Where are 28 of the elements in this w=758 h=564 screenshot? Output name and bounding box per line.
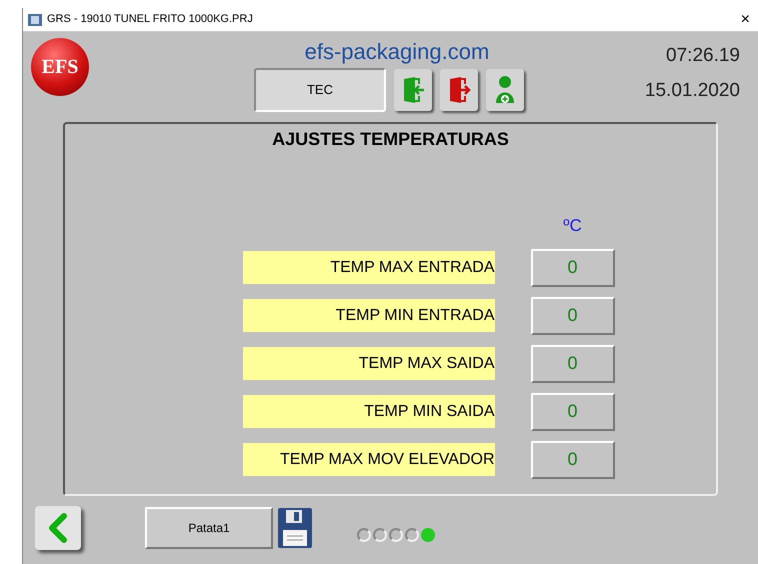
- value-field[interactable]: 0: [530, 344, 614, 382]
- setting-label: TEMP MAX SAIDA: [242, 347, 494, 380]
- setting-label: TEMP MAX ENTRADA: [242, 251, 494, 284]
- add-user-icon: [494, 75, 516, 105]
- setting-label: TEMP MIN SAIDA: [242, 395, 494, 428]
- user-field: TEC: [254, 68, 386, 112]
- value-field[interactable]: 0: [530, 392, 614, 430]
- setting-label: TEMP MIN ENTRADA: [242, 299, 494, 332]
- login-button[interactable]: [394, 69, 432, 111]
- logo: EFS: [31, 38, 89, 96]
- panel-title: AJUSTES TEMPERATURAS: [272, 128, 509, 151]
- date-text: 15.01.2020: [644, 78, 740, 102]
- website-title: efs-packaging.com: [304, 38, 490, 66]
- value-field[interactable]: 0: [530, 296, 614, 334]
- add-user-button[interactable]: [486, 69, 524, 111]
- window-title: GRS - 19010 TUNEL FRITO 1000KG.PRJ: [47, 12, 254, 28]
- value-field[interactable]: 0: [530, 248, 614, 286]
- save-button[interactable]: [277, 507, 313, 549]
- unit-label: ºC: [562, 215, 583, 237]
- chevron-left-icon: [48, 513, 68, 543]
- clock-time: 07:26.19: [666, 44, 740, 68]
- back-button[interactable]: [35, 506, 81, 550]
- recipe-field: Patata1: [145, 507, 273, 549]
- value-field[interactable]: 0: [530, 440, 614, 478]
- app-icon: [27, 12, 43, 26]
- logout-button[interactable]: [440, 69, 478, 111]
- close-button[interactable]: ×: [736, 12, 754, 28]
- setting-label: TEMP MAX MOV ELEVADOR: [242, 443, 494, 476]
